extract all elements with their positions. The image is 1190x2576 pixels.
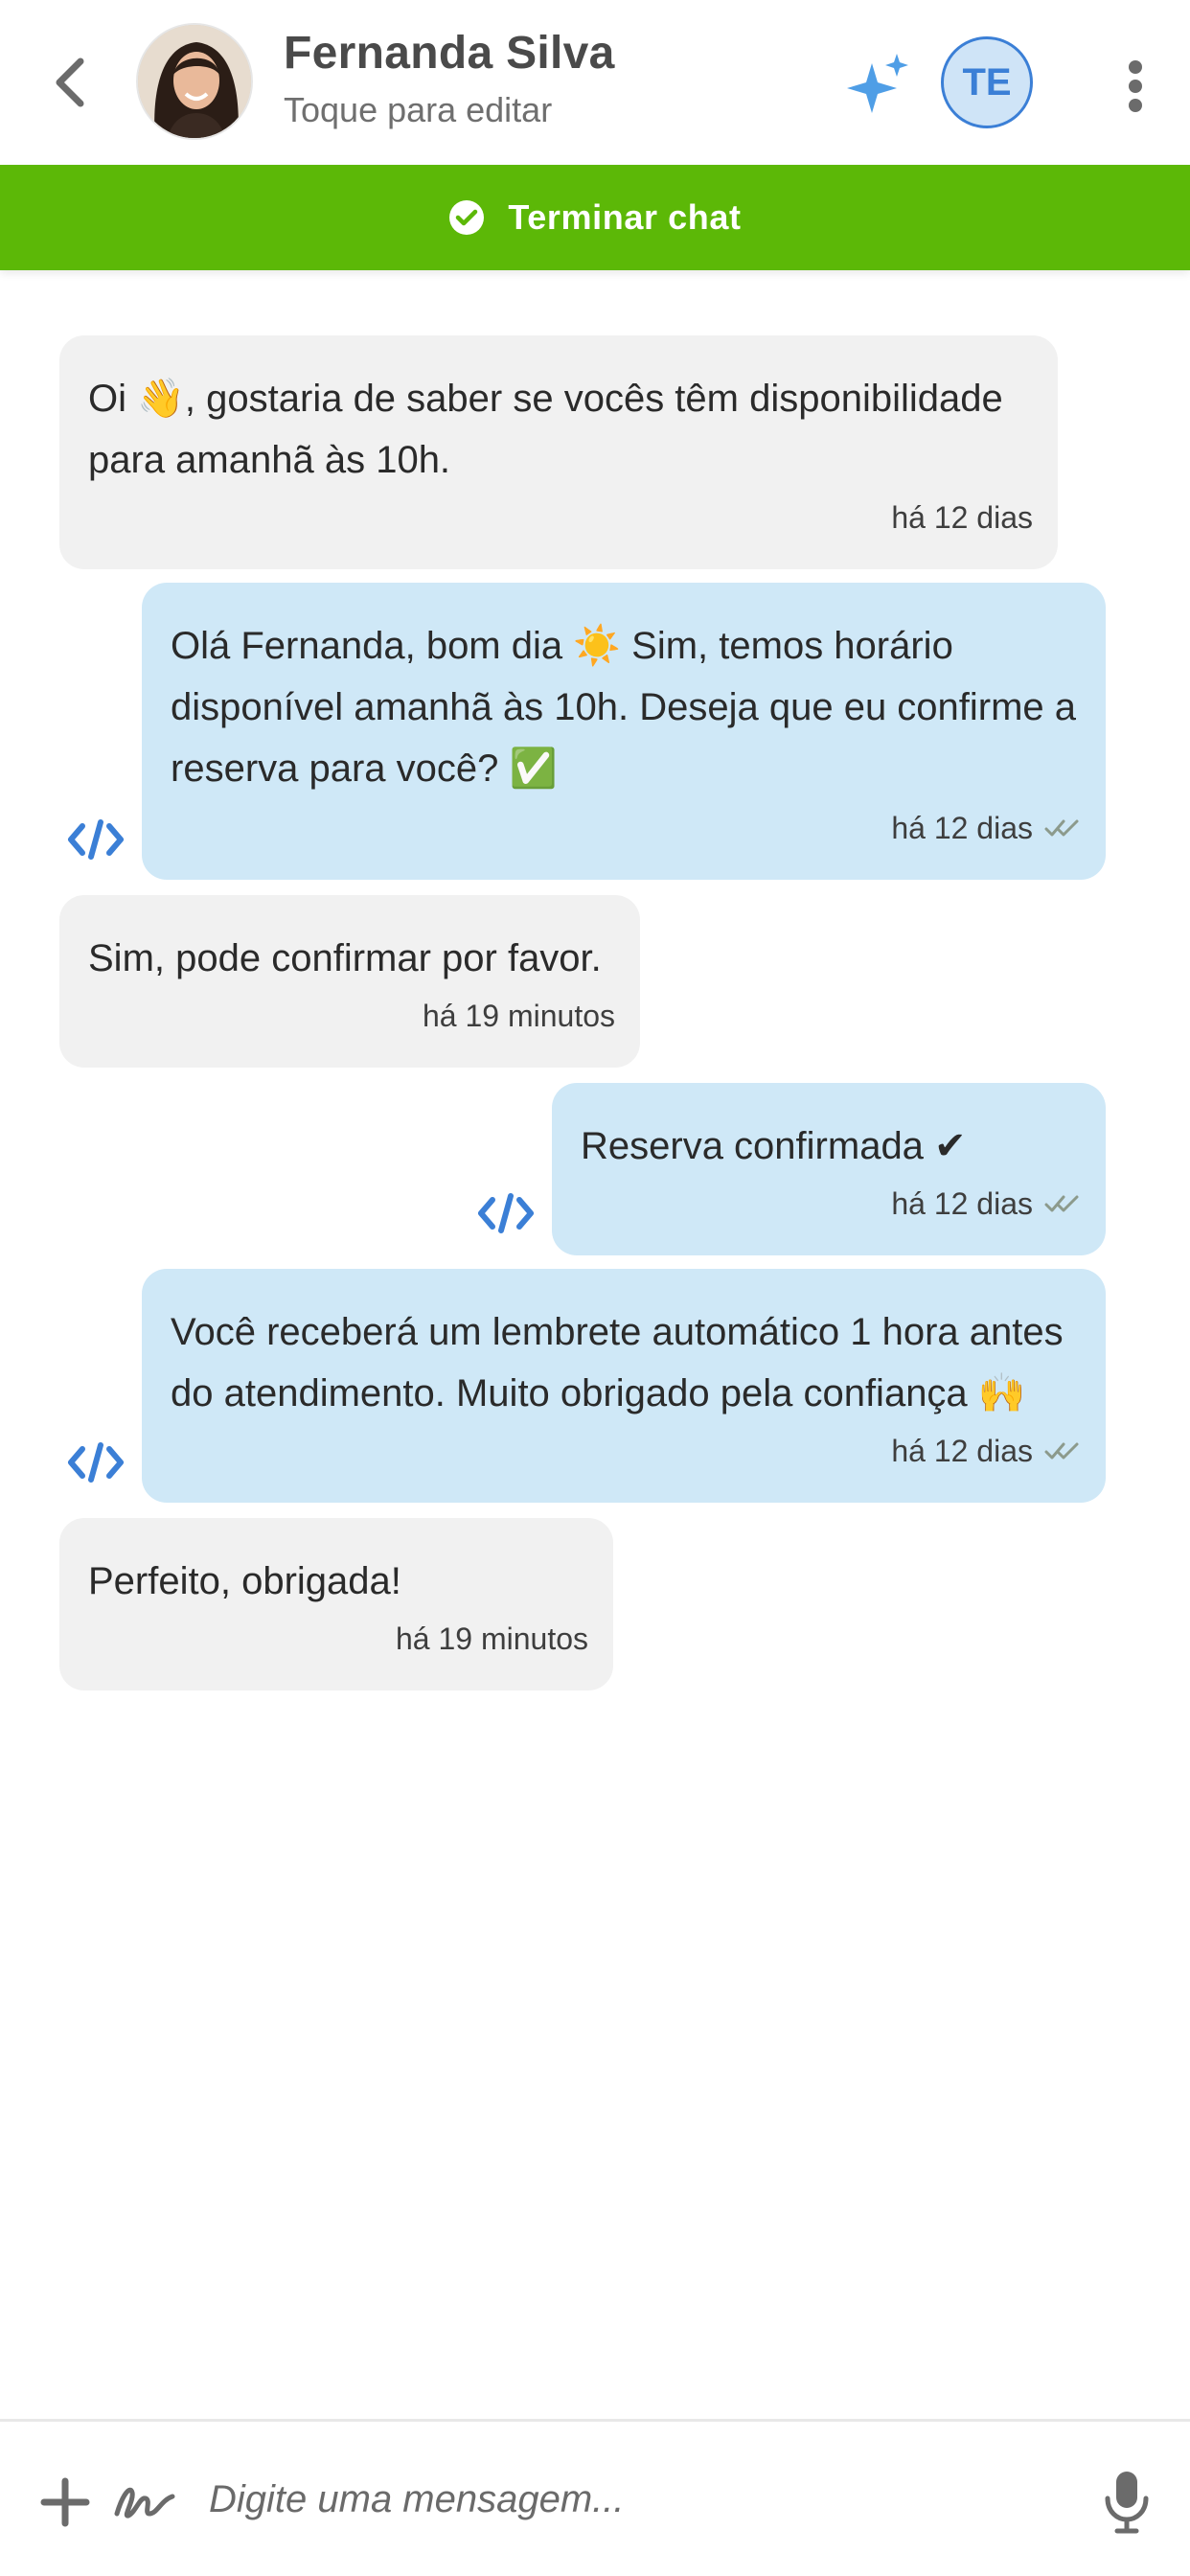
message-time: há 12 dias [891,500,1033,535]
message-text: Sim, pode confirmar por favor. [88,937,602,979]
message-text: Você receberá um lembrete automático 1 h… [171,1311,1064,1414]
end-chat-label: Terminar chat [508,197,742,237]
double-check-icon [1044,819,1079,837]
back-button[interactable] [42,50,96,115]
message-meta: há 19 minutos [423,985,615,1046]
message-bubble-outgoing[interactable]: Você receberá um lembrete automático 1 h… [142,1269,1106,1503]
double-check-icon [1044,1195,1079,1212]
message-bubble-outgoing[interactable]: Reserva confirmada ✔ há 12 dias [552,1083,1106,1255]
double-check-icon [1044,1442,1079,1460]
message-text: Reserva confirmada ✔ [581,1125,967,1167]
edit-hint[interactable]: Toque para editar [284,90,552,130]
message-time: há 12 dias [891,811,1033,845]
vertical-dots-icon [1129,60,1142,112]
message-meta: há 19 minutos [396,1608,588,1669]
ai-sparkle-button[interactable] [843,50,912,119]
message-bubble-outgoing[interactable]: Olá Fernanda, bom dia ☀️ Sim, temos horá… [142,583,1106,880]
message-input[interactable] [209,2458,1071,2541]
message-text: Olá Fernanda, bom dia ☀️ Sim, temos horá… [171,625,1077,790]
code-icon[interactable] [67,1441,125,1484]
chat-header: Fernanda Silva Toque para editar TE [0,0,1190,165]
code-icon[interactable] [67,818,125,861]
signature-button[interactable] [113,2475,176,2525]
message-time: há 12 dias [891,1434,1033,1468]
message-meta: há 12 dias [891,1173,1081,1234]
signature-icon [114,2487,175,2518]
contact-name[interactable]: Fernanda Silva [284,27,615,80]
message-meta: há 12 dias [891,1420,1081,1482]
check-circle-icon [449,200,485,235]
chat-screen: Fernanda Silva Toque para editar TE Term… [0,0,1190,2576]
message-meta: há 12 dias [891,797,1081,859]
chevron-left-icon [56,58,84,107]
message-bubble-incoming[interactable]: Perfeito, obrigada! há 19 minutos [59,1518,613,1690]
message-text: Oi 👋, gostaria de saber se vocês têm dis… [88,378,1003,481]
message-text: Perfeito, obrigada! [88,1560,401,1602]
microphone-icon [1105,2472,1149,2534]
contact-avatar[interactable] [136,23,253,140]
plus-icon [40,2477,90,2527]
message-time: há 19 minutos [395,1622,588,1656]
message-meta: há 12 dias [891,487,1033,548]
message-time: há 19 minutos [422,999,615,1033]
message-time: há 12 dias [891,1186,1033,1221]
end-chat-button[interactable]: Terminar chat [0,165,1190,270]
message-composer [0,2419,1190,2576]
more-options-button[interactable] [1111,58,1159,115]
message-bubble-incoming[interactable]: Sim, pode confirmar por favor. há 19 min… [59,895,640,1068]
microphone-button[interactable] [1102,2468,1152,2535]
user-avatar-badge[interactable]: TE [941,36,1033,128]
sparkle-icon [847,54,908,113]
attach-button[interactable] [38,2475,92,2529]
code-icon[interactable] [477,1192,535,1234]
message-bubble-incoming[interactable]: Oi 👋, gostaria de saber se vocês têm dis… [59,335,1058,569]
